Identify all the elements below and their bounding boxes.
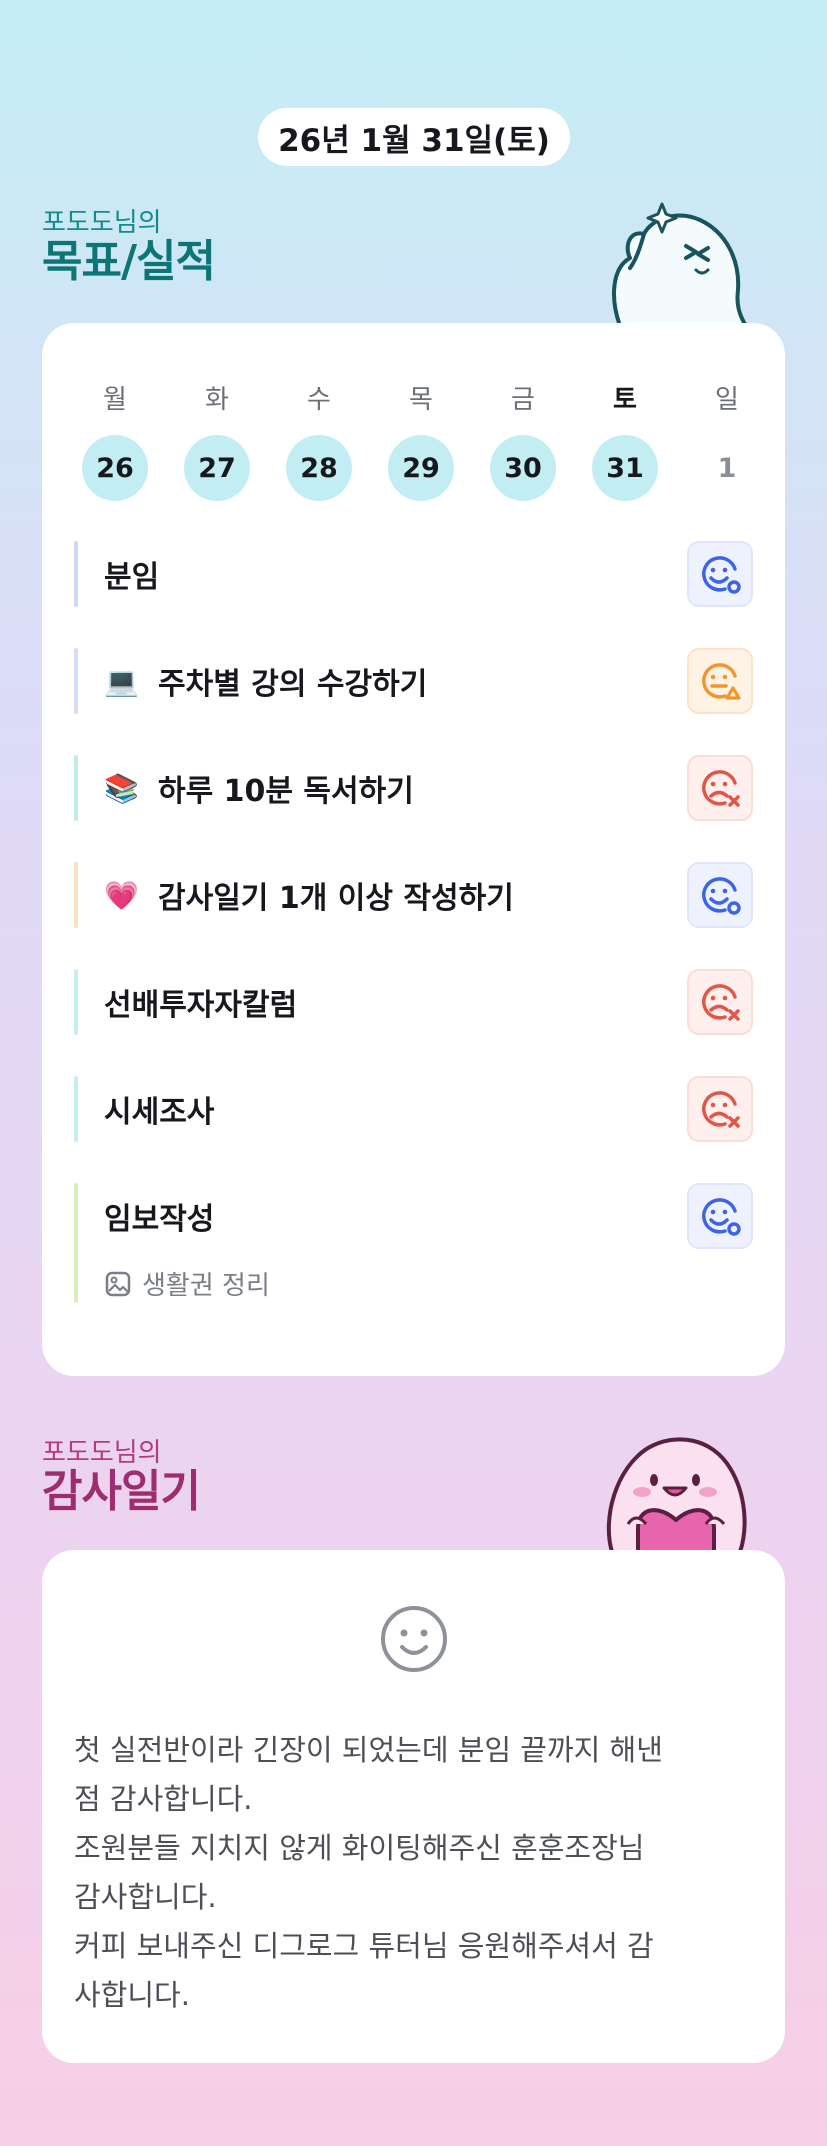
goal-row[interactable]: 💻 주차별 강의 수강하기	[74, 648, 753, 714]
smile-circle-icon[interactable]	[687, 1183, 753, 1249]
goal-emoji: 💻	[104, 664, 139, 698]
goal-title: 주차별 강의 수강하기	[158, 667, 428, 702]
goal-emoji: 📚	[104, 771, 139, 805]
image-note-icon	[105, 1271, 131, 1296]
calendar-day-date: 29	[388, 435, 454, 501]
goals-card: 월 26 화 27 수 28 목 29 금 30 토 31 일 1 분임 💻 주차별 강의 수강하기 📚 하루 1…	[42, 323, 785, 1376]
goal-color-bar	[74, 1183, 78, 1303]
goal-label: 시세조사	[104, 1076, 214, 1142]
ghost-mascot-illustration	[612, 202, 748, 326]
heart-mascot-illustration	[606, 1437, 747, 1552]
sad-x-icon[interactable]	[687, 1076, 753, 1142]
goal-label: 분임	[104, 541, 159, 607]
gratitude-section-subtitle: 포도도님의	[42, 1438, 162, 1468]
calendar-day[interactable]: 토 31	[592, 379, 658, 501]
sad-x-icon[interactable]	[687, 755, 753, 821]
goal-emoji: 💗	[104, 878, 139, 912]
goals-section-subtitle: 포도도님의	[42, 208, 162, 238]
gratitude-journal-text: 첫 실전반이라 긴장이 되었는데 분임 끝까지 해낸 점 감사합니다. 조원분들…	[74, 1733, 663, 2012]
goal-title: 선배투자자칼럼	[104, 988, 298, 1023]
goal-color-bar	[74, 541, 78, 607]
calendar-day-name: 목	[409, 385, 433, 415]
calendar-day[interactable]: 목 29	[388, 379, 454, 501]
goal-title: 하루 10분 독서하기	[158, 774, 414, 809]
goals-section-title: 포도도님의 목표/실적	[42, 208, 216, 287]
goal-row[interactable]: 시세조사	[74, 1076, 753, 1142]
goal-label: 임보작성	[104, 1183, 214, 1249]
gratitude-section-title: 포도도님의 감사일기	[42, 1438, 201, 1517]
calendar-day[interactable]: 월 26	[82, 379, 148, 501]
goal-color-bar	[74, 862, 78, 928]
smile-face-icon	[379, 1604, 449, 1678]
calendar-day-date: 26	[82, 435, 148, 501]
calendar-day-date: 1	[717, 452, 737, 484]
calendar-day[interactable]: 금 30	[490, 379, 556, 501]
calendar-day-name: 수	[307, 385, 331, 415]
calendar-day[interactable]: 화 27	[184, 379, 250, 501]
goal-title: 시세조사	[104, 1095, 215, 1130]
goal-color-bar	[74, 648, 78, 714]
goal-color-bar	[74, 969, 78, 1035]
goal-row[interactable]: 💗 감사일기 1개 이상 작성하기	[74, 862, 753, 928]
calendar-day-name: 금	[511, 385, 535, 415]
calendar-day[interactable]: 수 28	[286, 379, 352, 501]
goal-color-bar	[74, 1076, 78, 1142]
goal-row[interactable]: 선배투자자칼럼	[74, 969, 753, 1035]
sad-x-icon[interactable]	[687, 969, 753, 1035]
calendar-day[interactable]: 일1	[694, 379, 760, 501]
neutral-triangle-icon[interactable]	[687, 648, 753, 714]
goal-row[interactable]: 📚 하루 10분 독서하기	[74, 755, 753, 821]
goal-note-text: 생활권 정리	[142, 1271, 270, 1301]
goal-label: 선배투자자칼럼	[104, 969, 297, 1035]
goal-row[interactable]: 임보작성생활권 정리	[74, 1183, 753, 1303]
gratitude-section-heading: 감사일기	[42, 1466, 201, 1517]
goal-color-bar	[74, 755, 78, 821]
calendar-day-date: 31	[592, 435, 658, 501]
calendar-day-name: 토	[613, 385, 637, 415]
gratitude-card: 첫 실전반이라 긴장이 되었는데 분임 끝까지 해낸 점 감사합니다. 조원분들…	[42, 1550, 785, 2063]
goal-note[interactable]: 생활권 정리	[104, 1265, 270, 1302]
goal-row[interactable]: 분임	[74, 541, 753, 607]
goal-title: 감사일기 1개 이상 작성하기	[158, 881, 514, 916]
calendar-day-date: 27	[184, 435, 250, 501]
goal-label: 📚 하루 10분 독서하기	[104, 755, 414, 821]
calendar-day-name: 월	[103, 385, 127, 415]
smile-circle-icon[interactable]	[687, 541, 753, 607]
goal-label: 💗 감사일기 1개 이상 작성하기	[104, 862, 514, 928]
smile-circle-icon[interactable]	[687, 862, 753, 928]
goal-label: 💻 주차별 강의 수강하기	[104, 648, 427, 714]
calendar-day-date: 30	[490, 435, 556, 501]
calendar-day-date: 28	[286, 435, 352, 501]
goals-section-heading: 목표/실적	[42, 236, 216, 287]
calendar-day-name: 화	[205, 385, 229, 415]
current-date: 26년 1월 31일(토)	[278, 122, 550, 159]
calendar-day-name: 일	[715, 385, 739, 415]
date-pill[interactable]: 26년 1월 31일(토)	[258, 108, 570, 166]
goal-title: 분임	[104, 560, 160, 595]
goal-title: 임보작성	[104, 1202, 215, 1237]
